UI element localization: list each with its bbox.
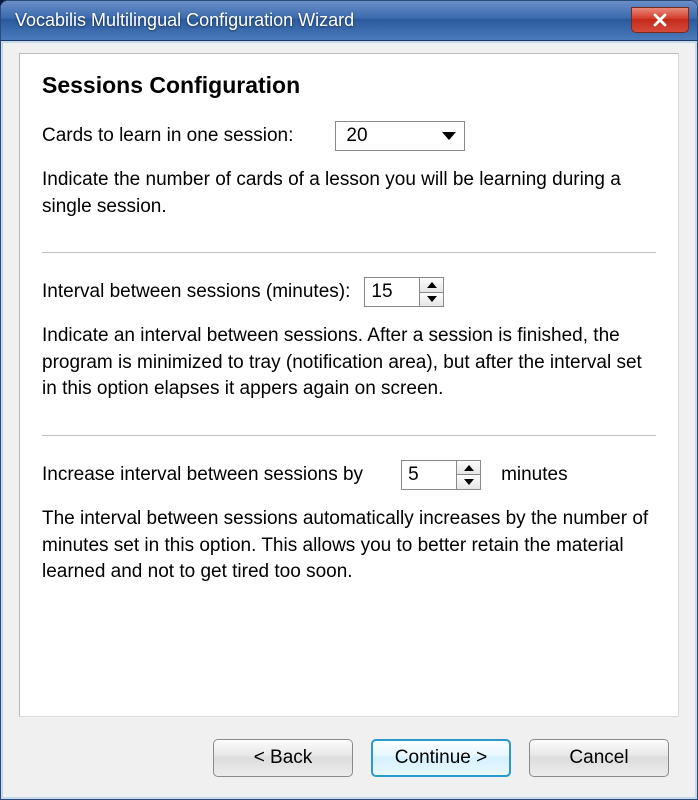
increase-value: 5	[402, 461, 456, 489]
interval-spin-buttons	[419, 278, 443, 306]
increase-spin-buttons	[456, 461, 480, 489]
interval-value: 15	[365, 278, 419, 306]
content-frame: Sessions Configuration Cards to learn in…	[19, 53, 679, 717]
increase-label: Increase interval between sessions by	[42, 464, 363, 486]
window-title: Vocabilis Multilingual Configuration Wiz…	[15, 10, 354, 31]
interval-label: Interval between sessions (minutes):	[42, 281, 350, 303]
increase-suffix: minutes	[501, 464, 568, 486]
page-heading: Sessions Configuration	[42, 72, 656, 99]
separator	[42, 252, 656, 253]
cancel-button[interactable]: Cancel	[529, 739, 669, 777]
increase-spinner[interactable]: 5	[401, 460, 481, 490]
chevron-up-icon	[464, 465, 474, 471]
interval-spin-up[interactable]	[420, 278, 443, 293]
window-body: Sessions Configuration Cards to learn in…	[1, 41, 697, 799]
close-button[interactable]	[631, 7, 689, 33]
interval-description: Indicate an interval between sessions. A…	[42, 323, 656, 403]
increase-spin-down[interactable]	[457, 475, 480, 489]
increase-description: The interval between sessions automatica…	[42, 506, 656, 586]
increase-row: Increase interval between sessions by 5 …	[42, 460, 656, 490]
cards-label: Cards to learn in one session:	[42, 125, 293, 147]
back-button[interactable]: < Back	[213, 739, 353, 777]
chevron-up-icon	[427, 282, 437, 288]
interval-spinner[interactable]: 15	[364, 277, 444, 307]
chevron-down-icon	[427, 296, 437, 302]
button-bar: < Back Continue > Cancel	[3, 725, 695, 797]
chevron-down-icon	[442, 132, 456, 140]
chevron-down-icon	[464, 479, 474, 485]
continue-button[interactable]: Continue >	[371, 739, 511, 777]
cards-combo[interactable]: 20	[335, 121, 465, 151]
interval-row: Interval between sessions (minutes): 15	[42, 277, 656, 307]
close-icon	[652, 13, 668, 27]
cards-row: Cards to learn in one session: 20	[42, 121, 656, 151]
increase-spin-up[interactable]	[457, 461, 480, 476]
separator	[42, 435, 656, 436]
wizard-window: Vocabilis Multilingual Configuration Wiz…	[0, 0, 698, 800]
titlebar: Vocabilis Multilingual Configuration Wiz…	[1, 1, 697, 41]
cards-description: Indicate the number of cards of a lesson…	[42, 167, 656, 220]
interval-spin-down[interactable]	[420, 293, 443, 307]
cards-combo-value: 20	[346, 125, 367, 147]
